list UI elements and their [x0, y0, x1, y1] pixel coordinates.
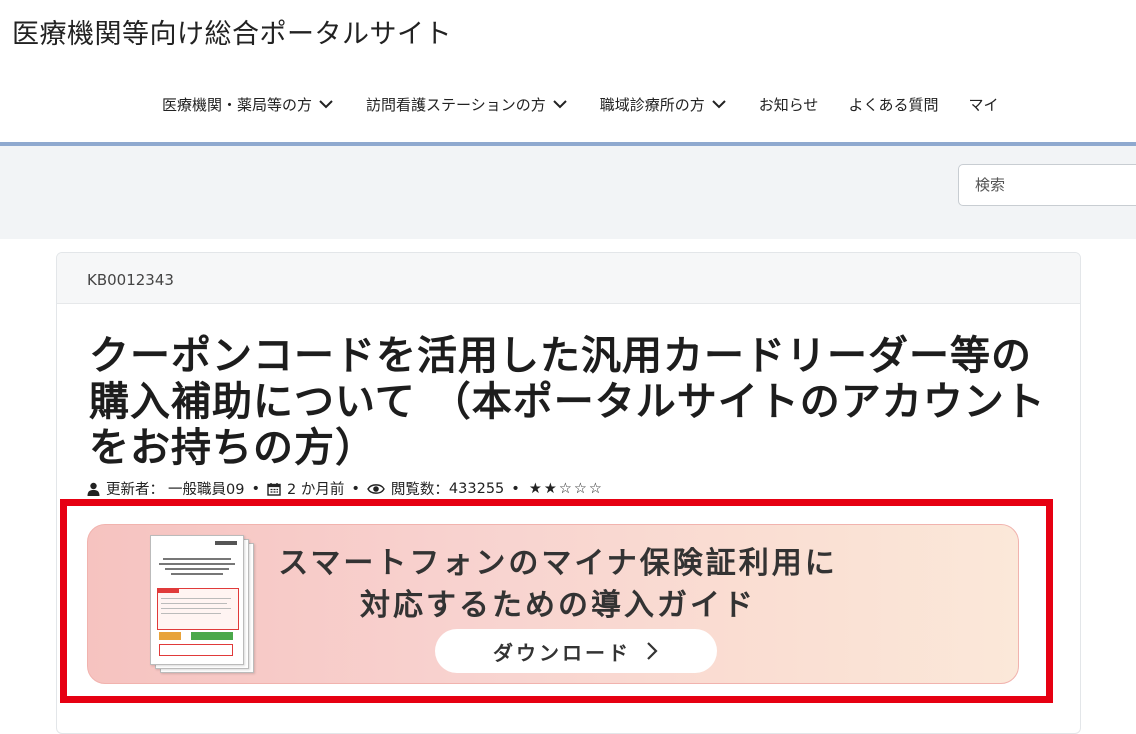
meta-separator: •: [511, 480, 520, 497]
nav-item-news[interactable]: お知らせ: [759, 94, 819, 115]
chevron-down-icon: [712, 100, 726, 109]
kb-number: KB0012343: [87, 271, 174, 289]
views-count: 433255: [448, 480, 505, 497]
chevron-down-icon: [553, 100, 567, 109]
eye-icon: [367, 483, 385, 494]
meta-separator: •: [351, 480, 360, 497]
star-rating: ★★☆☆☆: [528, 480, 604, 497]
nav-item-label: 医療機関・薬局等の方: [162, 95, 313, 114]
author-label: 更新者：: [106, 482, 164, 498]
download-button-label: ダウンロード: [493, 640, 631, 665]
views-label: 閲覧数：: [390, 482, 449, 498]
banner-heading-line: 対応するための導入ガイド: [360, 588, 756, 623]
nav-item-faq[interactable]: よくある質問: [848, 94, 938, 115]
guide-download-banner[interactable]: スマートフォンのマイナ保険証利用に 対応するための導入ガイド ダウンロード: [87, 524, 1019, 684]
nav-item-label: お知らせ: [758, 95, 819, 114]
nav-item-label: よくある質問: [848, 95, 939, 114]
article-card-header: [57, 253, 1080, 304]
article-title: クーポンコードを活用した汎用カードリーダー等の購入補助について （本ポータルサイ…: [89, 333, 1046, 471]
nav-item-home-nursing[interactable]: 訪問看護ステーションの方: [366, 94, 568, 115]
nav-item-label: 職域診療所の方: [599, 95, 705, 114]
article-meta: 更新者： 一般職員09 • 2 か月前 • 閲覧数： 433255 • ★★☆☆…: [87, 478, 604, 499]
chevron-down-icon: [319, 100, 333, 109]
download-button[interactable]: ダウンロード: [435, 629, 717, 673]
nav-item-my[interactable]: マイ: [968, 94, 998, 115]
nav-item-label: マイ: [968, 95, 999, 114]
search-input[interactable]: [958, 164, 1136, 206]
banner-heading: スマートフォンのマイナ保険証利用に 対応するための導入ガイド: [238, 543, 878, 627]
updated-date: 2 か月前: [287, 482, 345, 498]
calendar-icon: [267, 482, 281, 496]
nav-item-medical-pharmacy[interactable]: 医療機関・薬局等の方: [162, 94, 334, 115]
nav-item-label: 訪問看護ステーションの方: [366, 95, 546, 114]
site-title[interactable]: 医療機関等向け総合ポータルサイト: [12, 12, 452, 51]
meta-separator: •: [251, 480, 261, 497]
nav-item-workplace-clinic[interactable]: 職域診療所の方: [600, 94, 727, 115]
author-name: 一般職員09: [168, 482, 245, 498]
banner-heading-line: スマートフォンのマイナ保険証利用に: [278, 546, 838, 581]
user-icon: [87, 482, 100, 496]
chevron-right-icon: [647, 642, 658, 660]
main-nav: 医療機関・薬局等の方 訪問看護ステーションの方 職域診療所の方 お知らせ よくあ…: [162, 92, 1028, 116]
